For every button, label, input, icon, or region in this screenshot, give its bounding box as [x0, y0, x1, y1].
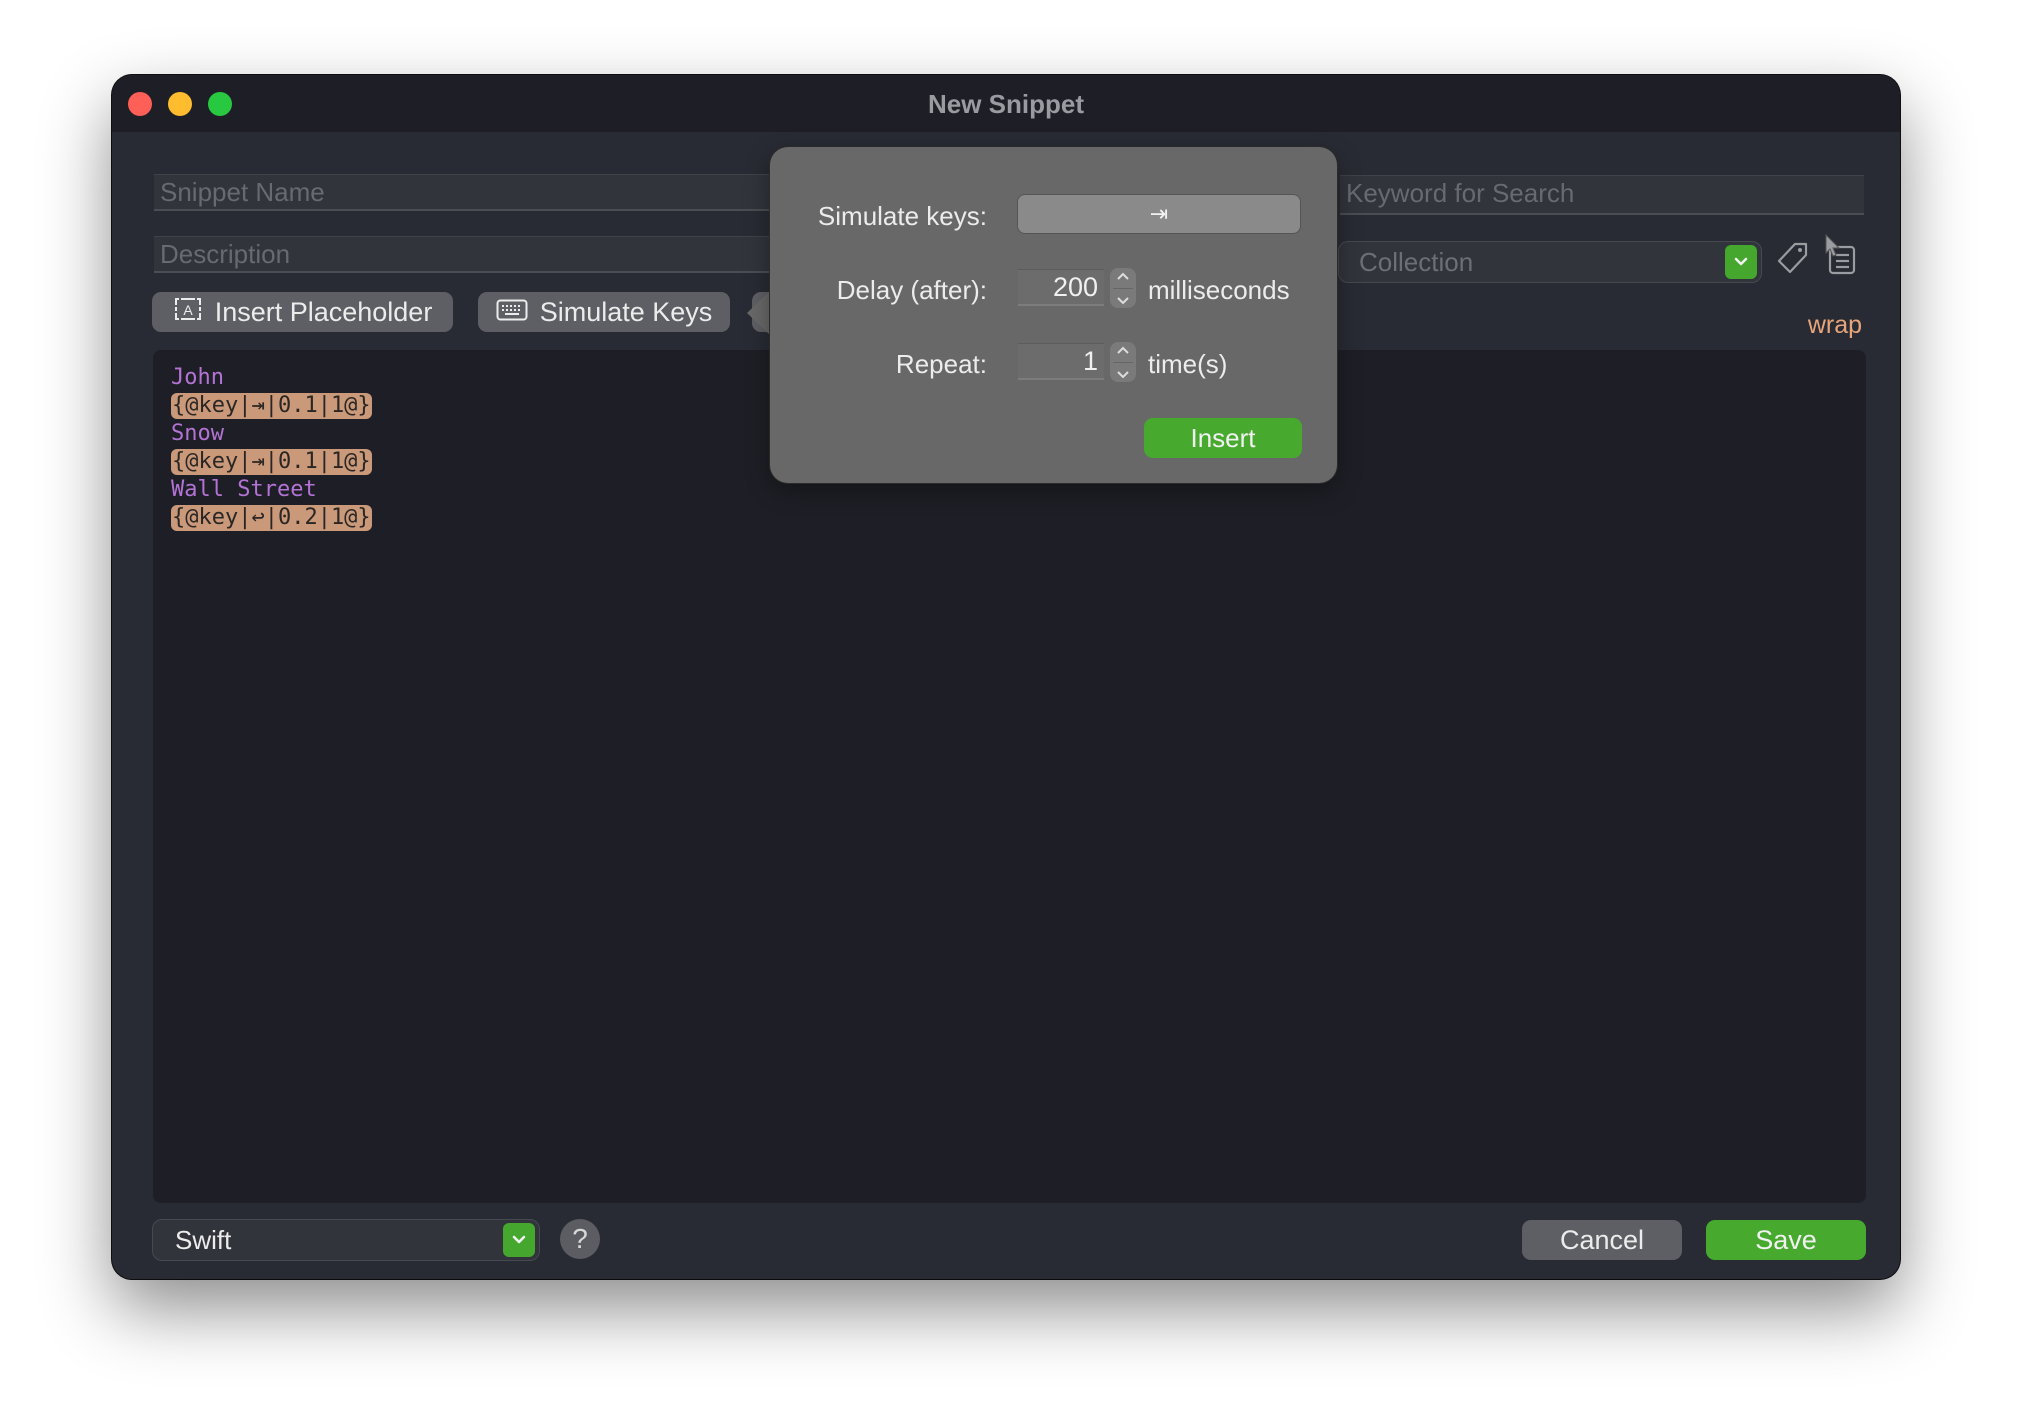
tab-key-icon: ⇥ [1149, 201, 1169, 226]
insert-button[interactable]: Insert [1144, 418, 1302, 458]
delay-unit: milliseconds [1148, 275, 1290, 305]
delay-input[interactable]: 200 [1018, 269, 1104, 306]
title-bar: New Snippet [112, 75, 1900, 132]
collection-value: Collection [1359, 247, 1474, 277]
collection-popup[interactable]: Collection [1338, 241, 1762, 283]
mouse-cursor-icon [1825, 233, 1841, 263]
placeholder-box-icon: A [173, 292, 203, 332]
chevron-down-icon [503, 1223, 535, 1257]
editor-line: {@key|⇥|0.1|1@} [171, 448, 372, 476]
repeat-label: Repeat: [895, 349, 987, 379]
key-placeholder-token[interactable]: {@key|↩|0.2|1@} [171, 505, 372, 531]
chevron-up-icon[interactable] [1116, 346, 1130, 355]
simulate-keys-field-label: Simulate keys: [817, 201, 987, 231]
plain-text: John [171, 365, 224, 390]
snippet-name-input[interactable] [160, 175, 814, 209]
editor-line: John [171, 364, 372, 392]
insert-placeholder-button[interactable]: A Insert Placeholder [152, 292, 453, 332]
tag-button[interactable] [1776, 242, 1810, 280]
repeat-input[interactable]: 1 [1018, 343, 1104, 380]
repeat-stepper[interactable] [1110, 342, 1136, 382]
chevron-up-icon[interactable] [1116, 272, 1130, 281]
description-input[interactable] [160, 237, 814, 271]
chevron-down-icon[interactable] [1116, 370, 1130, 379]
keyword-field[interactable] [1340, 175, 1864, 215]
window-title: New Snippet [927, 89, 1084, 119]
editor-line: Wall Street [171, 476, 372, 504]
chevron-down-icon [1725, 245, 1757, 279]
insert-placeholder-label: Insert Placeholder [214, 297, 433, 327]
snippet-name-field[interactable] [154, 174, 814, 211]
delay-stepper[interactable] [1110, 268, 1136, 308]
save-button[interactable]: Save [1706, 1220, 1866, 1260]
svg-text:A: A [183, 302, 193, 318]
popover-arrow [747, 290, 771, 336]
code-content: John {@key|⇥|0.1|1@} Snow {@key|⇥|0.1|1@… [171, 364, 372, 532]
editor-line: {@key|↩|0.2|1@} [171, 504, 372, 532]
simulate-keys-recorder[interactable]: ⇥ [1018, 195, 1300, 233]
key-placeholder-token[interactable]: {@key|⇥|0.1|1@} [171, 393, 372, 419]
editor-line: Snow [171, 420, 372, 448]
chevron-down-icon[interactable] [1116, 296, 1130, 305]
language-popup[interactable]: Swift [152, 1219, 540, 1261]
simulate-keys-popover: Simulate keys: ⇥ Delay (after): 200 mill… [770, 147, 1337, 483]
cancel-button[interactable]: Cancel [1522, 1220, 1682, 1260]
editor-line: {@key|⇥|0.1|1@} [171, 392, 372, 420]
language-value: Swift [175, 1225, 232, 1255]
tag-icon [1776, 241, 1810, 282]
plain-text: Snow [171, 421, 224, 446]
delay-label: Delay (after): [836, 275, 987, 305]
simulate-keys-button[interactable]: Simulate Keys [478, 292, 730, 332]
plain-text: Wall Street [171, 477, 317, 502]
repeat-unit: time(s) [1148, 349, 1228, 379]
wrap-toggle[interactable]: wrap [1808, 311, 1862, 340]
keyboard-icon [496, 292, 528, 332]
key-placeholder-token[interactable]: {@key|⇥|0.1|1@} [171, 449, 372, 475]
description-field[interactable] [154, 236, 814, 273]
help-button[interactable]: ? [560, 1219, 600, 1259]
simulate-keys-label: Simulate Keys [539, 297, 713, 327]
keyword-input[interactable] [1346, 176, 1864, 210]
